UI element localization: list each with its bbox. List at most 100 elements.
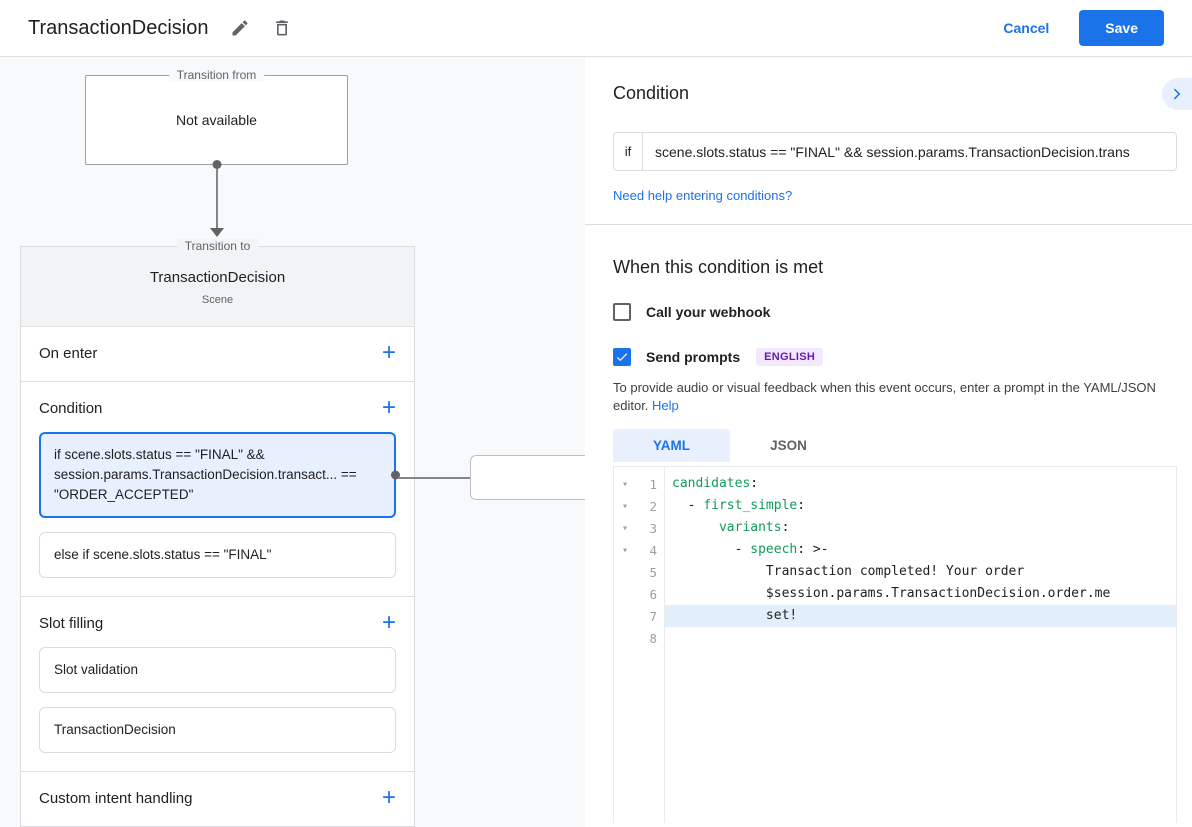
custom-intent-header: Custom intent handling + — [39, 788, 396, 808]
line-number: 3 — [636, 521, 664, 536]
editor-line[interactable]: candidates: — [665, 473, 1176, 495]
editor-line[interactable]: $session.params.TransactionDecision.orde… — [665, 583, 1176, 605]
transition-from-label: Transition from — [169, 68, 265, 82]
language-badge: ENGLISH — [756, 348, 823, 366]
condition-item-selected[interactable]: if scene.slots.status == "FINAL" && sess… — [39, 432, 396, 518]
send-prompts-label: Send prompts — [646, 349, 740, 365]
yaml-text: : — [797, 498, 805, 513]
slot-item-text: TransactionDecision — [54, 722, 176, 737]
condition-label: Condition — [39, 400, 102, 417]
delete-scene-button[interactable] — [272, 18, 292, 38]
editor-line[interactable]: - speech: >- — [665, 539, 1176, 561]
webhook-checkbox[interactable] — [613, 303, 631, 321]
line-number: 1 — [636, 477, 664, 492]
line-number: 8 — [636, 631, 664, 646]
fold-toggle-icon[interactable]: ▾ — [614, 523, 636, 534]
tab-yaml[interactable]: YAML — [613, 429, 730, 462]
yaml-text: : >- — [797, 542, 828, 557]
editor-line[interactable] — [665, 627, 1176, 649]
editor-gutter-row: 7 — [614, 605, 664, 627]
scene-type: Scene — [37, 294, 398, 306]
editor-line[interactable]: - first_simple: — [665, 495, 1176, 517]
check-icon — [615, 350, 629, 364]
add-custom-intent-button[interactable]: + — [382, 788, 396, 808]
scene-name: TransactionDecision — [37, 269, 398, 286]
yaml-text: : — [750, 476, 758, 491]
save-button[interactable]: Save — [1079, 10, 1164, 46]
condition-expression-input[interactable] — [643, 133, 1176, 170]
trash-icon — [272, 18, 292, 38]
transition-target-node[interactable] — [470, 455, 585, 500]
editor-gutter-row: 5 — [614, 561, 664, 583]
on-enter-section: On enter + — [21, 326, 414, 381]
editor-line[interactable]: variants: — [665, 517, 1176, 539]
editor-gutter-row: ▾2 — [614, 495, 664, 517]
yaml-text: - — [672, 542, 750, 557]
connector-dot — [212, 160, 221, 169]
add-condition-button[interactable]: + — [382, 398, 396, 418]
add-slot-button[interactable]: + — [382, 613, 396, 633]
editor-gutter-row: ▾4 — [614, 539, 664, 561]
if-label: if — [614, 133, 643, 170]
send-prompts-checkbox[interactable] — [613, 348, 631, 366]
slot-item[interactable]: Slot validation — [39, 647, 396, 693]
fold-toggle-icon[interactable]: ▾ — [614, 545, 636, 556]
yaml-text: $session.params.TransactionDecision.orde… — [672, 586, 1110, 601]
on-enter-header: On enter + — [39, 343, 396, 363]
editor-line[interactable]: set! — [665, 605, 1176, 627]
condition-detail-panel: Condition if Need help entering conditio… — [585, 57, 1192, 827]
line-number: 6 — [636, 587, 664, 602]
line-number: 5 — [636, 565, 664, 580]
yaml-key: speech — [750, 542, 797, 557]
edit-title-button[interactable] — [230, 18, 250, 38]
collapse-panel-button[interactable] — [1162, 78, 1192, 110]
transition-arrow-line — [216, 169, 218, 229]
scene-node: Transition to TransactionDecision Scene … — [20, 246, 415, 827]
slot-filling-label: Slot filling — [39, 615, 103, 632]
condition-text: else if scene.slots.status == "FINAL" — [54, 547, 271, 562]
fold-toggle-icon[interactable]: ▾ — [614, 479, 636, 490]
yaml-editor[interactable]: ▾1▾2▾3▾45678 candidates: - first_simple:… — [613, 466, 1177, 823]
webhook-label: Call your webhook — [646, 304, 770, 320]
fold-toggle-icon[interactable]: ▾ — [614, 501, 636, 512]
custom-intent-section: Custom intent handling + — [21, 771, 414, 826]
condition-section: Condition + if scene.slots.status == "FI… — [21, 381, 414, 596]
help-link[interactable]: Help — [652, 398, 679, 413]
condition-help-link[interactable]: Need help entering conditions? — [613, 188, 792, 203]
scene-graph-canvas: Transition from Not available Transition… — [0, 57, 585, 827]
prompt-description: To provide audio or visual feedback when… — [613, 379, 1168, 415]
tab-json[interactable]: JSON — [730, 429, 847, 462]
condition-text: if scene.slots.status == "FINAL" && sess… — [54, 447, 357, 502]
condition-connector-line — [398, 477, 470, 479]
transition-from-node[interactable]: Transition from Not available — [85, 75, 348, 165]
line-number: 7 — [636, 609, 664, 624]
slot-item-text: Slot validation — [54, 662, 138, 677]
slot-item[interactable]: TransactionDecision — [39, 707, 396, 753]
header: TransactionDecision Cancel Save — [0, 0, 1192, 57]
editor-gutter-row: 6 — [614, 583, 664, 605]
yaml-key: first_simple — [703, 498, 797, 513]
editor-gutter-row: 8 — [614, 627, 664, 649]
yaml-text: Transaction completed! Your order — [672, 564, 1024, 579]
scene-node-header[interactable]: TransactionDecision Scene — [21, 247, 414, 326]
send-prompts-row: Send prompts ENGLISH — [613, 348, 1177, 366]
condition-item[interactable]: else if scene.slots.status == "FINAL" — [39, 532, 396, 578]
on-enter-label: On enter — [39, 345, 97, 362]
editor-gutter: ▾1▾2▾3▾45678 — [614, 467, 665, 823]
cancel-button[interactable]: Cancel — [1003, 20, 1049, 36]
transition-to-label: Transition to — [177, 239, 259, 253]
pencil-icon — [230, 18, 250, 38]
yaml-text — [672, 520, 719, 535]
line-number: 4 — [636, 543, 664, 558]
editor-tabs: YAML JSON — [613, 429, 1177, 462]
panel-content: Condition if Need help entering conditio… — [585, 57, 1192, 827]
editor-line[interactable]: Transaction completed! Your order — [665, 561, 1176, 583]
add-on-enter-button[interactable]: + — [382, 343, 396, 363]
editor-code[interactable]: candidates: - first_simple: variants: - … — [665, 467, 1176, 823]
when-met-title: When this condition is met — [613, 257, 1177, 278]
yaml-text: set! — [672, 608, 797, 623]
chevron-right-icon — [1168, 85, 1186, 103]
slot-filling-header: Slot filling + — [39, 613, 396, 633]
description-text: To provide audio or visual feedback when… — [613, 380, 1156, 413]
custom-intent-label: Custom intent handling — [39, 790, 192, 807]
